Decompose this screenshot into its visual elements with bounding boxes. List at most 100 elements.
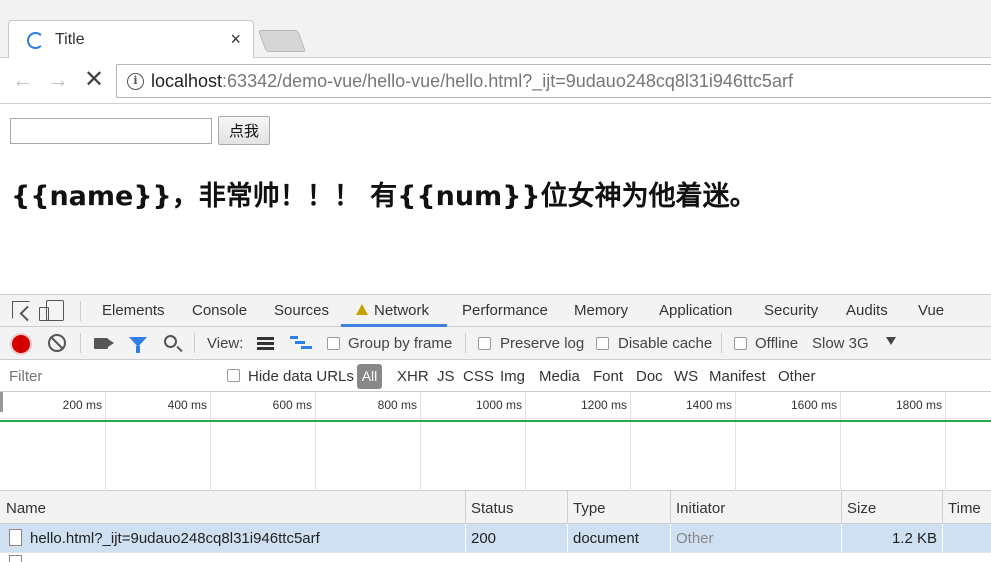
address-bar[interactable]: i localhost:63342/demo-vue/hello-vue/hel… bbox=[116, 64, 991, 98]
tab-elements[interactable]: Elements bbox=[102, 302, 165, 319]
capture-screenshots-icon[interactable] bbox=[94, 338, 114, 349]
tab-audits[interactable]: Audits bbox=[846, 302, 888, 319]
site-info-icon[interactable]: i bbox=[127, 73, 144, 90]
divider bbox=[80, 333, 81, 353]
table-row[interactable]: hello.html?_ijt=9udauo248cq8l31i946ttc5a… bbox=[0, 524, 991, 552]
timeline-gridline bbox=[945, 392, 946, 491]
timeline-gridline bbox=[525, 392, 526, 491]
back-arrow-icon[interactable]: ← bbox=[12, 67, 34, 93]
new-tab-button[interactable] bbox=[257, 30, 307, 52]
page-headline: {{name}}，非常帅！！！ 有{{num}}位女神为他着迷。 bbox=[11, 181, 757, 212]
tab-memory[interactable]: Memory bbox=[574, 302, 628, 319]
tab-security[interactable]: Security bbox=[764, 302, 818, 319]
warning-icon bbox=[356, 304, 368, 315]
filter-type-other[interactable]: Other bbox=[778, 368, 816, 385]
column-divider bbox=[841, 524, 842, 552]
click-me-button[interactable]: 点我 bbox=[218, 116, 270, 145]
tab-network-label: Network bbox=[374, 302, 430, 319]
filter-bar: Hide data URLs All XHR JS CSS Img Media … bbox=[0, 360, 991, 392]
document-icon bbox=[9, 555, 22, 562]
timeline-gridline bbox=[105, 392, 106, 491]
hide-data-urls-checkbox[interactable] bbox=[227, 369, 240, 382]
column-divider[interactable] bbox=[567, 491, 568, 524]
preserve-log-label: Preserve log bbox=[500, 335, 585, 352]
timeline-gridline bbox=[210, 392, 211, 491]
column-header-size[interactable]: Size bbox=[847, 500, 876, 517]
page-content: 点我 {{name}}，非常帅！！！ 有{{num}}位女神为他着迷。 bbox=[0, 104, 991, 294]
filter-type-img[interactable]: Img bbox=[500, 368, 525, 385]
tab-sources[interactable]: Sources bbox=[274, 302, 329, 319]
tab-close-icon[interactable]: × bbox=[230, 29, 241, 50]
timeline-tick-label: 1400 ms bbox=[685, 398, 732, 412]
column-divider bbox=[465, 524, 466, 552]
filter-type-ws[interactable]: WS bbox=[674, 368, 698, 385]
timeline-tick-label: 400 ms bbox=[167, 398, 207, 412]
throttle-select[interactable]: Slow 3G bbox=[812, 335, 869, 352]
column-header-initiator[interactable]: Initiator bbox=[676, 500, 725, 517]
device-toolbar-icon[interactable] bbox=[39, 300, 64, 321]
browser-tab[interactable]: Title × bbox=[8, 20, 254, 58]
column-header-type[interactable]: Type bbox=[573, 500, 606, 517]
filter-icon[interactable] bbox=[129, 337, 147, 353]
tab-console[interactable]: Console bbox=[192, 302, 247, 319]
record-icon[interactable] bbox=[12, 335, 30, 353]
timeline-tick-label: 800 ms bbox=[377, 398, 417, 412]
timeline-gridline bbox=[840, 392, 841, 491]
divider bbox=[721, 333, 722, 353]
filter-input[interactable] bbox=[9, 368, 209, 385]
loading-spinner-icon bbox=[27, 32, 44, 49]
column-header-name[interactable]: Name bbox=[6, 500, 46, 517]
column-header-status[interactable]: Status bbox=[471, 500, 514, 517]
clear-icon[interactable] bbox=[48, 334, 66, 352]
name-input[interactable] bbox=[10, 118, 212, 144]
column-divider bbox=[942, 524, 943, 552]
tab-vue[interactable]: Vue bbox=[918, 302, 944, 319]
disable-cache-checkbox[interactable] bbox=[596, 337, 609, 350]
document-icon bbox=[9, 529, 22, 546]
forward-arrow-icon[interactable]: → bbox=[47, 67, 69, 93]
search-icon[interactable] bbox=[164, 335, 177, 348]
row-name[interactable]: hello.html?_ijt=9udauo248cq8l31i946ttc5a… bbox=[30, 530, 320, 547]
filter-type-media[interactable]: Media bbox=[539, 368, 580, 385]
column-divider[interactable] bbox=[670, 491, 671, 524]
timeline-tick-label: 1200 ms bbox=[580, 398, 627, 412]
inspect-element-icon[interactable] bbox=[12, 301, 30, 319]
row-size: 1.2 KB bbox=[891, 530, 937, 547]
tab-network[interactable]: Network bbox=[356, 302, 429, 319]
network-overview-timeline[interactable]: 200 ms 400 ms 600 ms 800 ms 1000 ms 1200… bbox=[0, 392, 991, 491]
large-rows-icon[interactable] bbox=[257, 337, 274, 350]
url-text[interactable]: localhost:63342/demo-vue/hello-vue/hello… bbox=[151, 71, 793, 92]
filter-type-font[interactable]: Font bbox=[593, 368, 623, 385]
stop-loading-icon[interactable]: ✕ bbox=[84, 65, 104, 94]
timeline-tick-label: 600 ms bbox=[272, 398, 312, 412]
column-header-time[interactable]: Time bbox=[948, 500, 981, 517]
filter-type-css[interactable]: CSS bbox=[463, 368, 494, 385]
disable-cache-label: Disable cache bbox=[618, 335, 713, 352]
column-divider[interactable] bbox=[841, 491, 842, 524]
filter-type-manifest[interactable]: Manifest bbox=[709, 368, 766, 385]
column-divider[interactable] bbox=[465, 491, 466, 524]
timeline-tick-label: 1600 ms bbox=[790, 398, 837, 412]
timeline-gridline bbox=[735, 392, 736, 491]
row-initiator: Other bbox=[676, 530, 714, 547]
tab-title: Title bbox=[55, 31, 85, 48]
filter-type-xhr[interactable]: XHR bbox=[397, 368, 429, 385]
column-divider[interactable] bbox=[942, 491, 943, 524]
table-row-partial[interactable] bbox=[0, 552, 991, 562]
filter-type-js[interactable]: JS bbox=[437, 368, 455, 385]
requests-table-header: Name Status Type Initiator Size Time bbox=[0, 491, 991, 524]
overview-waterfall-icon[interactable] bbox=[290, 336, 312, 350]
group-by-frame-label: Group by frame bbox=[348, 335, 453, 352]
hide-data-urls-label: Hide data URLs bbox=[248, 368, 354, 385]
timeline-gridline bbox=[420, 392, 421, 491]
view-label: View: bbox=[207, 335, 244, 352]
preserve-log-checkbox[interactable] bbox=[478, 337, 491, 350]
filter-type-all[interactable]: All bbox=[357, 364, 382, 389]
group-by-frame-checkbox[interactable] bbox=[327, 337, 340, 350]
tab-performance[interactable]: Performance bbox=[462, 302, 548, 319]
column-divider bbox=[670, 524, 671, 552]
filter-type-doc[interactable]: Doc bbox=[636, 368, 663, 385]
chevron-down-icon[interactable] bbox=[886, 337, 896, 345]
offline-checkbox[interactable] bbox=[734, 337, 747, 350]
tab-application[interactable]: Application bbox=[659, 302, 732, 319]
